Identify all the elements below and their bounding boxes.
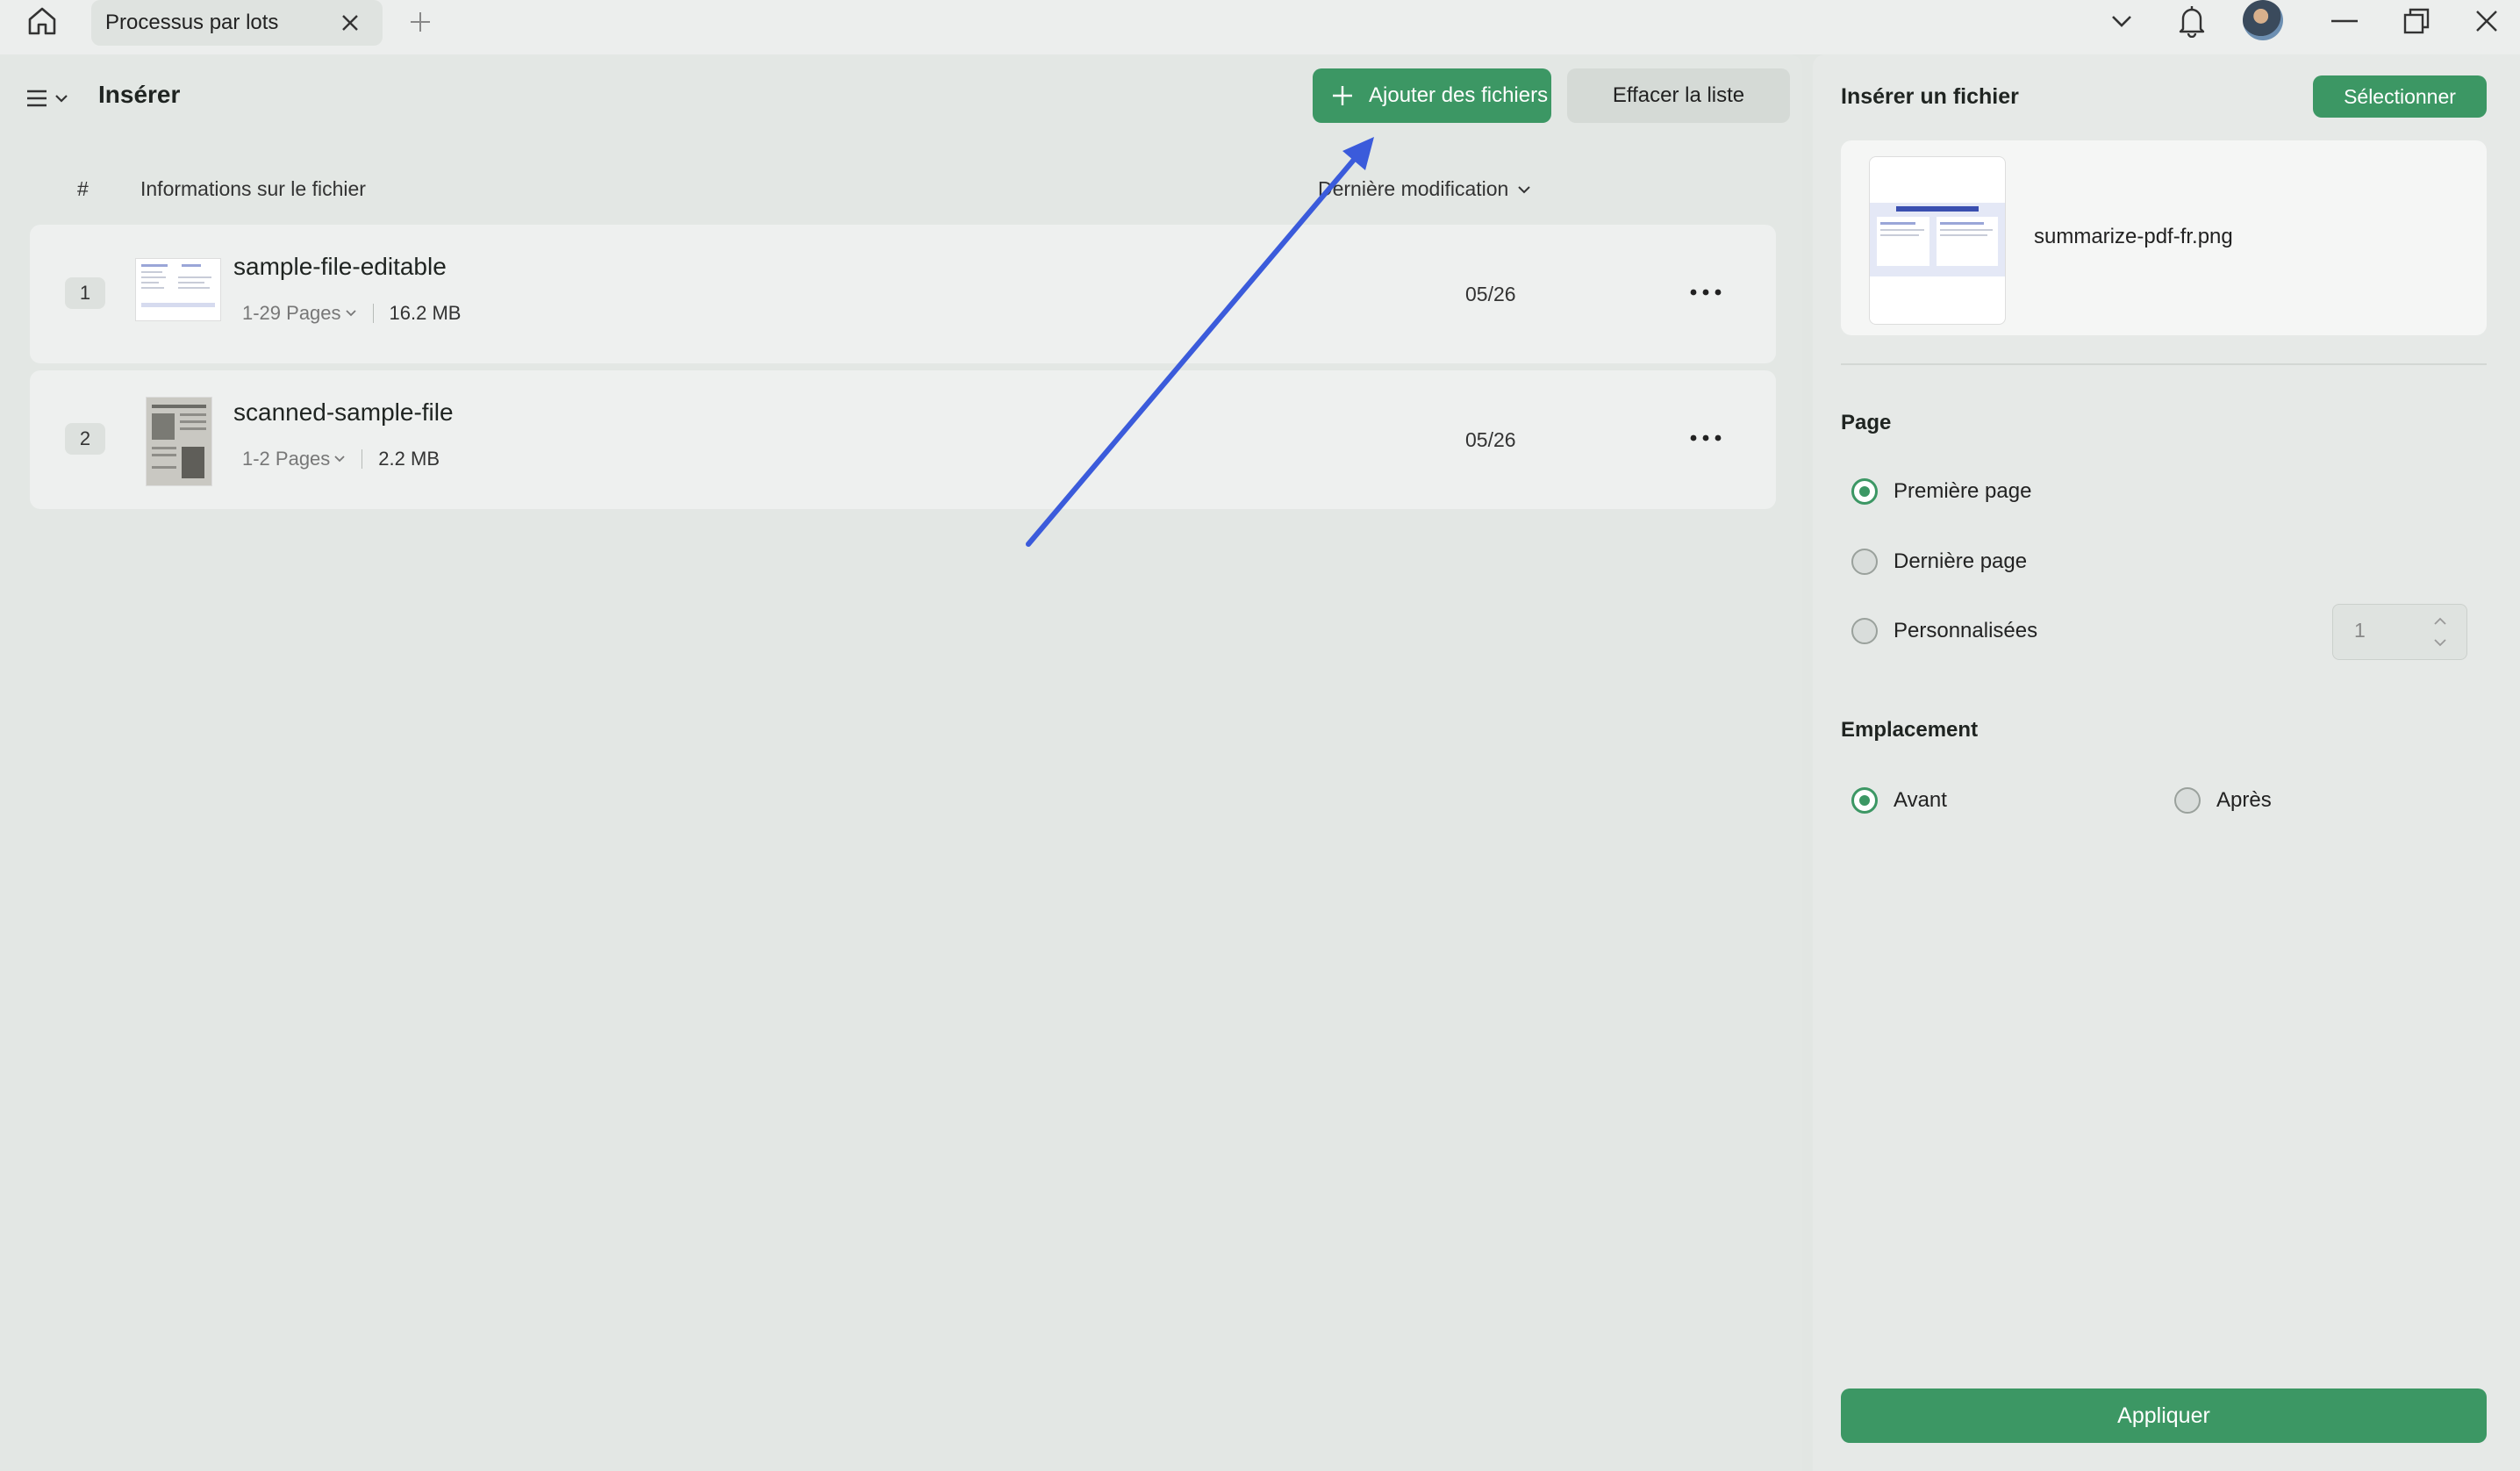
image-preview-icon (1870, 203, 2005, 276)
radio-checked-icon (1851, 478, 1878, 505)
table-row[interactable]: 2 scanned-sample-file 1-2 Pages 2.2 MB 0… (30, 370, 1776, 509)
more-options-icon[interactable] (1679, 279, 1732, 305)
radio-unchecked-icon (1851, 618, 1878, 644)
radio-unchecked-icon (1851, 549, 1878, 575)
scanned-page-thumbnail-icon (146, 397, 212, 486)
radio-label: Première page (1894, 479, 2032, 503)
close-icon[interactable] (337, 10, 363, 36)
file-size: 2.2 MB (378, 448, 440, 470)
add-files-button[interactable]: Ajouter des fichiers (1313, 68, 1551, 123)
divider (372, 304, 374, 323)
page-range-dropdown[interactable]: 1-29 Pages (242, 302, 357, 325)
bell-icon[interactable] (2174, 0, 2209, 42)
table-row[interactable]: 1 sample-file-editable 1-29 Pages 16.2 M… (30, 225, 1776, 363)
page-title: Insérer (98, 81, 181, 108)
file-name: scanned-sample-file (233, 398, 454, 426)
chevron-down-icon (55, 95, 68, 103)
add-files-label: Ajouter des fichiers (1369, 83, 1549, 107)
radio-last-page[interactable]: Dernière page (1851, 549, 2027, 575)
radio-label: Dernière page (1894, 549, 2028, 573)
plus-icon (1330, 83, 1355, 108)
restore-icon[interactable] (2399, 0, 2434, 42)
row-index: 1 (65, 277, 105, 309)
radio-before[interactable]: Avant (1851, 787, 1947, 814)
tab-label: Processus par lots (105, 11, 279, 34)
stepper-value: 1 (2354, 619, 2366, 642)
insert-file-panel: Insérer un fichier Sélectionner summariz… (1813, 54, 2520, 1471)
title-bar: Processus par lots (0, 0, 2520, 54)
radio-label: Personnalisées (1894, 619, 2038, 642)
file-date: 05/26 (1465, 428, 1516, 451)
column-header-modified-label: Dernière modification (1318, 177, 1509, 200)
file-thumbnail (1869, 156, 2006, 325)
selected-file-name: summarize-pdf-fr.png (2034, 225, 2233, 248)
apply-button[interactable]: Appliquer (1841, 1388, 2487, 1443)
select-file-label: Sélectionner (2344, 84, 2456, 108)
chevron-down-icon (1518, 185, 1531, 193)
location-section-label: Emplacement (1841, 718, 1979, 742)
divider (1841, 363, 2487, 365)
clear-list-button[interactable]: Effacer la liste (1567, 68, 1790, 123)
column-header-file-info: Informations sur le fichier (140, 177, 366, 200)
radio-label: Avant (1894, 788, 1947, 812)
radio-checked-icon (1851, 787, 1878, 814)
select-file-button[interactable]: Sélectionner (2313, 75, 2487, 118)
stepper-arrows-icon[interactable] (2431, 612, 2449, 652)
page-section-label: Page (1841, 411, 1892, 434)
file-meta: 1-2 Pages 2.2 MB (242, 448, 440, 470)
hamburger-icon (27, 90, 47, 107)
document-thumbnail-icon (135, 258, 221, 321)
tab-processus-par-lots[interactable]: Processus par lots (91, 0, 383, 46)
column-header-modified[interactable]: Dernière modification (1318, 177, 1531, 201)
file-meta: 1-29 Pages 16.2 MB (242, 302, 461, 325)
row-index: 2 (65, 423, 105, 455)
avatar[interactable] (2243, 0, 2283, 40)
chevron-down-icon (334, 456, 345, 463)
radio-label: Après (2216, 788, 2272, 812)
panel-title: Insérer un fichier (1841, 84, 2019, 109)
page-range-label: 1-29 Pages (242, 302, 341, 324)
minimize-icon[interactable] (2327, 0, 2362, 42)
page-range-dropdown[interactable]: 1-2 Pages (242, 448, 346, 470)
radio-custom-pages[interactable]: Personnalisées (1851, 618, 2037, 644)
main-panel: Insérer Ajouter des fichiers Effacer la … (0, 54, 1802, 1471)
file-date: 05/26 (1465, 283, 1516, 305)
close-window-icon[interactable] (2469, 0, 2504, 42)
apply-label: Appliquer (2117, 1403, 2210, 1428)
file-size: 16.2 MB (389, 302, 462, 324)
column-header-index: # (77, 177, 89, 200)
selected-file-card: summarize-pdf-fr.png (1841, 140, 2487, 335)
custom-page-stepper[interactable]: 1 (2332, 604, 2467, 660)
home-icon[interactable] (23, 2, 61, 40)
clear-list-label: Effacer la liste (1612, 83, 1745, 107)
chevron-down-icon[interactable] (2104, 0, 2139, 42)
radio-after[interactable]: Après (2174, 787, 2272, 814)
new-tab-plus-icon[interactable] (405, 7, 435, 37)
page-range-label: 1-2 Pages (242, 448, 331, 470)
radio-first-page[interactable]: Première page (1851, 478, 2031, 505)
menu-toggle[interactable] (26, 81, 75, 116)
file-name: sample-file-editable (233, 253, 447, 280)
radio-unchecked-icon (2174, 787, 2201, 814)
more-options-icon[interactable] (1679, 425, 1732, 451)
chevron-down-icon (345, 310, 356, 317)
